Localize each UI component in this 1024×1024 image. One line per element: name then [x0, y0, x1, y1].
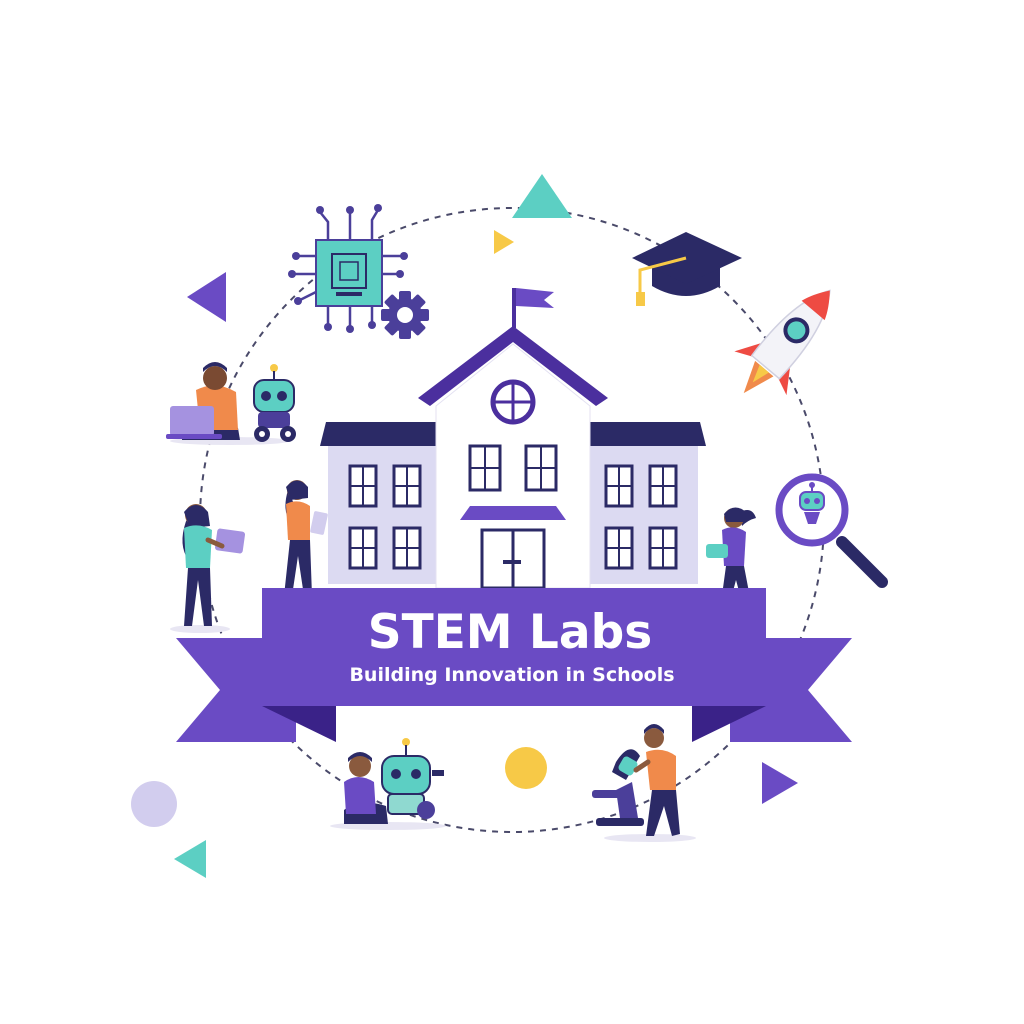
microscope-icon: [592, 749, 644, 826]
school-building: [320, 288, 706, 590]
student-building-robot: [330, 738, 446, 830]
purple-triangle-left: [187, 272, 226, 322]
school-flag-icon: [512, 288, 554, 328]
yellow-dot: [505, 747, 547, 789]
student-laptop-robot-group: [166, 362, 296, 445]
robot-icon: [253, 364, 296, 442]
purple-triangle-right: [762, 762, 798, 804]
rocket-icon: [734, 289, 831, 396]
lavender-dot: [131, 781, 177, 827]
gear-icon: [381, 291, 429, 339]
student-tablet-standing: [170, 504, 246, 633]
student-holding-tablet: [274, 480, 328, 605]
entrance-door: [480, 528, 546, 590]
round-window: [490, 379, 536, 425]
banner-title: STEM Labs: [368, 605, 652, 660]
stem-labs-illustration: STEM Labs Building Innovation in Schools: [131, 174, 888, 878]
teal-triangle-top: [512, 174, 572, 218]
banner-subtitle: Building Innovation in Schools: [349, 664, 674, 686]
entrance-canopy: [460, 506, 566, 520]
magnifying-glass-icon: [775, 473, 888, 588]
laptop-icon: [166, 406, 222, 439]
ribbon-banner: STEM Labs Building Innovation in Schools: [176, 588, 852, 742]
teal-triangle-bottom-left: [174, 840, 206, 878]
right-wing-roof: [588, 422, 706, 446]
robot-icon: [381, 738, 444, 819]
yellow-triangle-small: [494, 230, 514, 254]
graduation-cap-icon: [632, 232, 742, 306]
left-wing-roof: [320, 422, 438, 446]
